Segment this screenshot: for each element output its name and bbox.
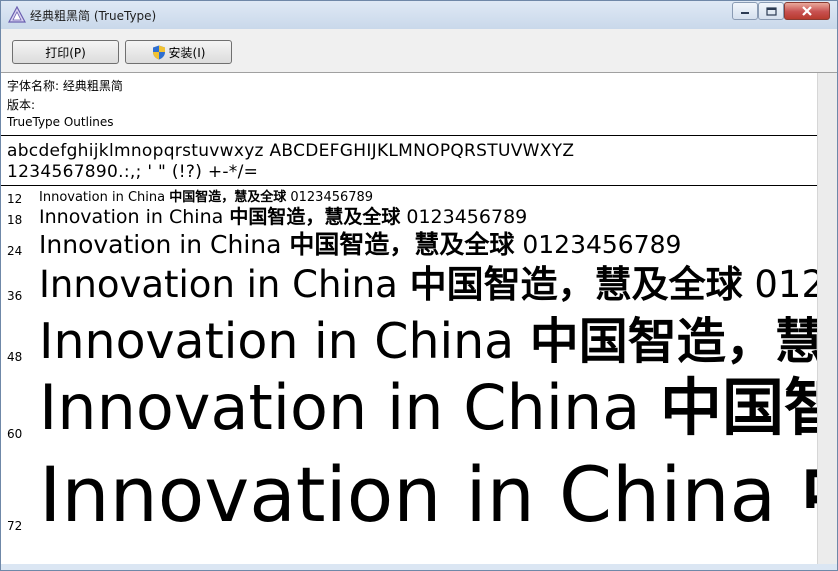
outline-type-label: TrueType Outlines <box>7 115 114 129</box>
sample-cn: 中国智造，慧及全球 <box>800 450 817 539</box>
sample-en: Innovation in China <box>39 450 801 539</box>
divider <box>1 185 817 186</box>
sample-en: Innovation in China <box>39 313 530 370</box>
charset-symbols: 1234567890.:,; ' " (!?) +-*/= <box>7 162 259 182</box>
sample-line-60: Innovation in China 中国智造，慧及全球 0123456789 <box>39 377 817 439</box>
sample-en: Innovation in China <box>39 230 290 259</box>
sample-cn: 中国智造，慧及全球 <box>229 206 401 228</box>
size-label-72: 72 <box>7 519 23 533</box>
maximize-icon <box>765 6 777 16</box>
version-label: 版本: <box>7 98 36 112</box>
maximize-button[interactable] <box>758 2 784 20</box>
font-name-label: 字体名称: 经典粗黑简 <box>7 79 123 93</box>
sample-cn: 中国智造，慧及全球 <box>660 371 817 444</box>
sample-en: Innovation in China <box>39 263 410 306</box>
sample-line-48: Innovation in China 中国智造，慧及全球 0123456789 <box>39 317 817 366</box>
sample-en: Innovation in China <box>39 371 660 444</box>
uac-shield-icon <box>152 45 165 59</box>
font-viewer-window: 经典粗黑简 (TrueType) 打印(P) 安装(I) 字体名称: 经典粗黑简… <box>0 0 838 571</box>
sample-line-36: Innovation in China 中国智造，慧及全球 0123456789 <box>39 266 817 303</box>
toolbar: 打印(P) 安装(I) <box>1 29 837 73</box>
minimize-button[interactable] <box>732 2 758 20</box>
install-button[interactable]: 安装(I) <box>125 40 232 64</box>
sample-en: Innovation in China <box>39 206 230 228</box>
size-label-24: 24 <box>7 244 23 258</box>
close-button[interactable] <box>784 2 830 20</box>
sample-num: 0123456789 <box>286 190 374 205</box>
size-label-18: 18 <box>7 213 23 227</box>
divider <box>1 135 817 136</box>
vertical-scrollbar[interactable] <box>817 73 837 564</box>
font-file-icon <box>8 6 26 23</box>
sample-cn: 中国智造，慧及全球 <box>289 230 515 259</box>
sample-line-12: Innovation in China 中国智造，慧及全球 0123456789 <box>39 191 373 204</box>
title-bar[interactable]: 经典粗黑简 (TrueType) <box>1 1 837 29</box>
sample-cn: 中国智造，慧及全球 <box>529 313 817 370</box>
sample-cn: 中国智造，慧及全球 <box>409 263 743 306</box>
window-title: 经典粗黑简 (TrueType) <box>30 9 157 23</box>
font-preview-area[interactable]: 字体名称: 经典粗黑简 版本: TrueType Outlines abcdef… <box>1 73 817 564</box>
size-label-60: 60 <box>7 427 23 441</box>
size-label-36: 36 <box>7 289 23 303</box>
sample-en: Innovation in China <box>39 190 170 205</box>
sample-line-24: Innovation in China 中国智造，慧及全球 0123456789 <box>39 232 681 257</box>
size-label-12: 12 <box>7 192 23 206</box>
size-label-48: 48 <box>7 350 23 364</box>
print-button-label: 打印(P) <box>45 45 86 60</box>
install-button-label: 安装(I) <box>168 45 206 60</box>
print-button[interactable]: 打印(P) <box>12 40 119 64</box>
window-bottom-border <box>1 564 837 570</box>
sample-num: 0123456789 <box>400 206 528 228</box>
close-icon <box>802 6 812 16</box>
sample-line-72: Innovation in China 中国智造，慧及全球 0123456789 <box>39 457 817 533</box>
sample-line-18: Innovation in China 中国智造，慧及全球 0123456789 <box>39 208 527 227</box>
minimize-icon <box>741 12 749 14</box>
sample-cn: 中国智造，慧及全球 <box>169 190 287 205</box>
sample-num: 0123456789 <box>514 230 682 259</box>
charset-letters: abcdefghijklmnopqrstuvwxyz ABCDEFGHIJKLM… <box>7 141 575 161</box>
sample-num: 0123456789 <box>754 263 817 306</box>
